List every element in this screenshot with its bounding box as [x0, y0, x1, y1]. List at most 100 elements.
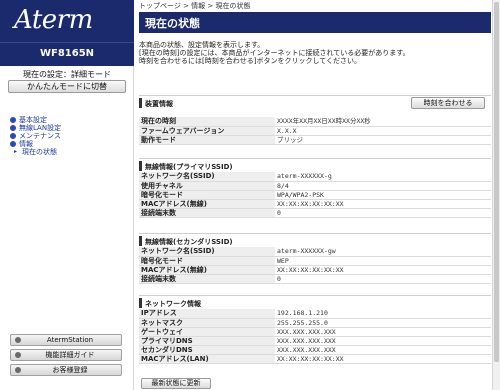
- row-value: 192.168.1.210: [275, 309, 491, 319]
- network-info-section: ネットワーク情報 IPアドレス 192.168.1.210 ネットマスク 255.2…: [139, 295, 491, 364]
- nav-item-maintenance[interactable]: メンテナンス: [10, 132, 61, 140]
- device-info-table: 現在の時刻 XXXX年XX月XX日XX時XX分XX秒 ファームウェアバージョン X.…: [139, 117, 491, 145]
- row-label: 現在の時刻: [139, 117, 275, 127]
- row-value: X.X.X: [275, 126, 491, 136]
- current-mode-text: 現在の設定：詳細モード: [23, 70, 111, 79]
- page-title: 現在の状態: [145, 17, 200, 30]
- row-label: 使用チャネル: [139, 181, 275, 191]
- nav-item-label: 無線LAN設定: [19, 124, 62, 132]
- table-row: 暗号化モード WPA/WPA2-PSK: [139, 190, 491, 200]
- table-row: IPアドレス 192.168.1.210: [139, 309, 491, 319]
- row-value: XX:XX:XX:XX:XX:XX: [275, 199, 491, 209]
- row-value: 0: [275, 274, 491, 284]
- circle-bullet-icon: [15, 352, 21, 358]
- button-label: AtermStation: [46, 336, 94, 344]
- bullet-icon: [10, 141, 16, 147]
- wireless-secondary-section: 無線情報(セカンダリSSID) ネットワーク名(SSID) aterm-XXXXX…: [139, 233, 491, 284]
- intro-line: 時刻を合わせるには[時刻を合わせる]ボタンをクリックしてください。: [139, 57, 362, 65]
- row-label: MACアドレス(無線): [139, 199, 275, 209]
- wireless-secondary-table: ネットワーク名(SSID) aterm-XXXXXX-gw 暗号化モード WEP M…: [139, 247, 491, 284]
- sidebar: Aterm WF8165N 現在の設定：詳細モード かんたんモードに切替 基本設…: [0, 0, 134, 390]
- row-value: 0: [275, 208, 491, 218]
- row-label: ネットワーク名(SSID): [139, 247, 275, 257]
- nav-item-information[interactable]: 情報: [10, 140, 61, 148]
- nav-item-label: 情報: [19, 140, 33, 148]
- row-value: XXX.XXX.XXX.XXX: [275, 336, 491, 346]
- table-row: セカンダリDNS XXX.XXX.XXX.XXX: [139, 345, 491, 355]
- row-label: セカンダリDNS: [139, 345, 275, 355]
- refresh-status-button[interactable]: 最新状態に更新: [141, 378, 211, 389]
- model-panel: WF8165N: [0, 42, 134, 66]
- row-value: WPA/WPA2-PSK: [275, 190, 491, 200]
- atermstation-button[interactable]: AtermStation: [10, 334, 122, 346]
- breadcrumb: トップページ > 情報 > 現在の状態: [139, 2, 251, 10]
- section-title: 無線情報(セカンダリSSID): [145, 238, 233, 246]
- vertical-scrollbar[interactable]: [492, 0, 500, 390]
- row-value: XXX.XXX.XXX.XXX: [275, 327, 491, 337]
- table-row: ネットワーク名(SSID) aterm-XXXXXX-g: [139, 172, 491, 182]
- table-row: 接続端末数 0: [139, 274, 491, 284]
- feature-guide-button[interactable]: 機能詳細ガイド: [10, 349, 122, 361]
- scrollbar-thumb[interactable]: [494, 2, 499, 362]
- table-row: 現在の時刻 XXXX年XX月XX日XX時XX分XX秒: [139, 117, 491, 127]
- button-label: お客様登録: [52, 366, 88, 374]
- row-label: MACアドレス(無線): [139, 265, 275, 275]
- nav-subitem-label: 現在の状態: [22, 148, 57, 156]
- row-label: 接続端末数: [139, 208, 275, 218]
- table-row: ファームウェアバージョン X.X.X: [139, 126, 491, 136]
- row-label: IPアドレス: [139, 309, 275, 319]
- row-label: ファームウェアバージョン: [139, 126, 275, 136]
- bullet-icon: [10, 133, 16, 139]
- network-info-table: IPアドレス 192.168.1.210 ネットマスク 255.255.255.0 …: [139, 309, 491, 364]
- intro-line: 本商品の状態、設定情報を表示します。: [139, 41, 265, 49]
- table-row: MACアドレス(LAN) XX:XX:XX:XX:XX:XX: [139, 354, 491, 364]
- row-label: 動作モード: [139, 135, 275, 145]
- model-name: WF8165N: [39, 48, 95, 59]
- row-label: 暗号化モード: [139, 190, 275, 200]
- row-label: ネットマスク: [139, 318, 275, 328]
- nav-item-wireless-lan-settings[interactable]: 無線LAN設定: [10, 124, 61, 132]
- row-value: XX:XX:XX:XX:XX:XX: [275, 354, 491, 364]
- row-label: 暗号化モード: [139, 256, 275, 266]
- row-value: aterm-XXXXXX-gw: [275, 247, 491, 257]
- bullet-icon: [10, 125, 16, 131]
- row-label: 接続端末数: [139, 274, 275, 284]
- nav-item-basic-settings[interactable]: 基本設定: [10, 116, 61, 124]
- wireless-primary-section: 無線情報(プライマリSSID) ネットワーク名(SSID) aterm-XXXXX…: [139, 158, 491, 218]
- table-row: MACアドレス(無線) XX:XX:XX:XX:XX:XX: [139, 265, 491, 275]
- intro-text: 本商品の状態、設定情報を表示します。 [現在の時刻]の設定には、本商品がインター…: [139, 41, 491, 65]
- bullet-icon: [10, 117, 16, 123]
- nav-subitem-current-status[interactable]: 現在の状態: [10, 148, 61, 156]
- section-header: 装置情報 時刻を合わせる: [139, 95, 491, 109]
- switch-simple-mode-button[interactable]: かんたんモードに切替: [8, 80, 126, 93]
- table-row: MACアドレス(無線) XX:XX:XX:XX:XX:XX: [139, 199, 491, 209]
- section-title: 無線情報(プライマリSSID): [145, 163, 233, 171]
- wireless-primary-table: ネットワーク名(SSID) aterm-XXXXXX-g 使用チャネル 8/4 暗号…: [139, 172, 491, 218]
- intro-line: [現在の時刻]の設定には、本商品がインターネットに接続されている必要があります。: [139, 49, 410, 57]
- row-label: プライマリDNS: [139, 336, 275, 346]
- main-content: トップページ > 情報 > 現在の状態 現在の状態 本商品の状態、設定情報を表示…: [135, 0, 500, 390]
- customer-registration-button[interactable]: お客様登録: [10, 364, 122, 376]
- table-row: 使用チャネル 8/4: [139, 181, 491, 191]
- row-value: XX:XX:XX:XX:XX:XX: [275, 265, 491, 275]
- logo-panel: Aterm: [0, 0, 134, 42]
- page-title-bar: 現在の状態: [139, 12, 491, 33]
- section-title: 装置情報: [145, 100, 173, 108]
- circle-bullet-icon: [15, 337, 21, 343]
- aterm-logo: Aterm: [14, 5, 93, 35]
- row-value: ブリッジ: [275, 135, 491, 145]
- side-navigation: 基本設定 無線LAN設定 メンテナンス 情報 現在の状態: [10, 116, 61, 156]
- section-header: 無線情報(セカンダリSSID): [139, 233, 491, 247]
- row-value: 8/4: [275, 181, 491, 191]
- row-label: ゲートウェイ: [139, 327, 275, 337]
- nav-item-label: メンテナンス: [19, 132, 61, 140]
- row-value: aterm-XXXXXX-g: [275, 172, 491, 182]
- table-row: プライマリDNS XXX.XXX.XXX.XXX: [139, 336, 491, 346]
- table-row: ゲートウェイ XXX.XXX.XXX.XXX: [139, 327, 491, 337]
- sync-time-button[interactable]: 時刻を合わせる: [411, 97, 485, 109]
- circle-bullet-icon: [15, 367, 21, 373]
- row-value: WEP: [275, 256, 491, 266]
- table-row: 接続端末数 0: [139, 208, 491, 218]
- row-value: 255.255.255.0: [275, 318, 491, 328]
- table-row: ネットマスク 255.255.255.0: [139, 318, 491, 328]
